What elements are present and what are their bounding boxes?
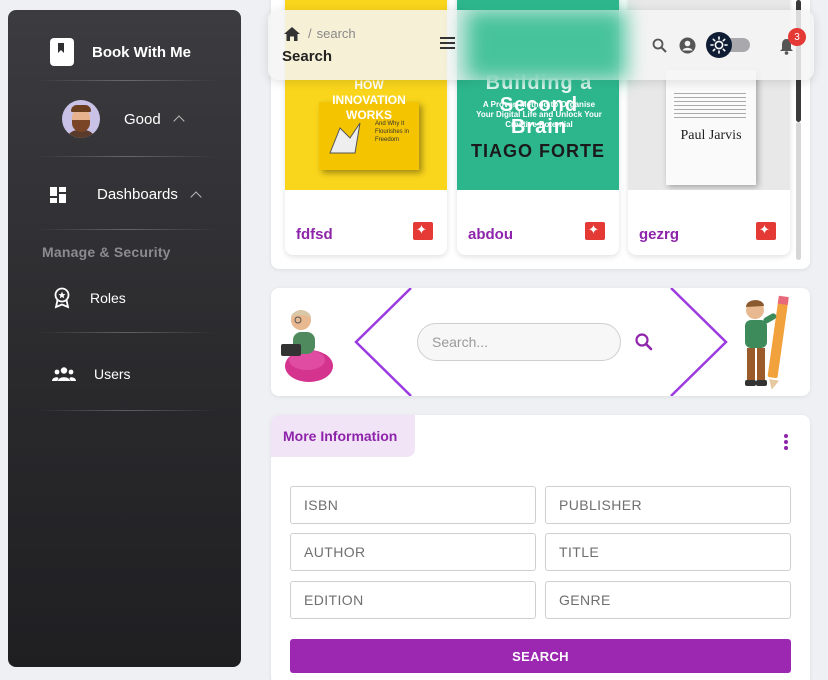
brand-name: Book With Me — [92, 43, 192, 61]
cover-title: HOW INNOVATION WORKS — [332, 78, 406, 122]
divider — [36, 229, 218, 230]
account-icon[interactable] — [679, 37, 696, 54]
more-information-tab[interactable]: More Information — [271, 415, 415, 457]
book-title[interactable]: abdou — [468, 226, 513, 243]
author-field[interactable] — [290, 533, 536, 571]
book-icon — [50, 38, 74, 66]
breadcrumb: / search — [284, 26, 356, 41]
search-icon[interactable] — [633, 331, 655, 353]
page-title: Search — [282, 48, 333, 65]
divider — [36, 410, 218, 411]
chevron-up-icon — [173, 115, 185, 127]
isbn-field[interactable] — [290, 486, 536, 524]
menu-icon[interactable] — [440, 37, 455, 49]
divider — [36, 80, 218, 81]
book-title[interactable]: fdfsd — [296, 226, 333, 243]
sidebar-item-roles[interactable]: Roles — [52, 287, 126, 309]
more-information-panel: More Information SEARCH — [271, 415, 810, 680]
notification-badge: 3 — [788, 28, 806, 46]
cover-author: Paul Jarvis — [680, 128, 742, 143]
avatar — [62, 100, 100, 138]
group-icon — [52, 367, 76, 381]
cover-subtitle: And Why It Flourishes in Freedom — [375, 121, 410, 143]
sidebar-item-dashboards[interactable]: Dashboards — [50, 186, 202, 203]
reading-character-illustration — [281, 310, 333, 382]
cover-author: TIAGO FORTE — [471, 141, 605, 161]
toggle-knob — [706, 32, 732, 58]
user-menu[interactable]: Good — [62, 100, 185, 138]
cover-art-icon — [329, 122, 361, 154]
genre-field[interactable] — [545, 581, 791, 619]
pencil-character-illustration — [745, 295, 789, 390]
theme-toggle[interactable] — [706, 32, 752, 58]
user-name: Good — [124, 110, 161, 128]
more-options-icon[interactable] — [784, 434, 788, 450]
home-icon[interactable] — [284, 26, 300, 41]
top-navbar: / search Search 3 — [268, 10, 814, 80]
edition-field[interactable] — [290, 581, 536, 619]
section-title: Manage & Security — [42, 244, 171, 260]
sidebar-item-label: Roles — [90, 290, 126, 306]
sidebar-item-users[interactable]: Users — [52, 366, 131, 382]
favorite-icon[interactable] — [756, 222, 776, 240]
publisher-field[interactable] — [545, 486, 791, 524]
divider — [36, 156, 218, 157]
divider — [36, 332, 218, 333]
favorite-icon[interactable] — [413, 222, 433, 240]
breadcrumb-current: search — [316, 26, 356, 41]
favorite-icon[interactable] — [585, 222, 605, 240]
chevron-up-icon — [190, 190, 202, 203]
search-input[interactable] — [417, 323, 621, 361]
blurred-background — [466, 10, 626, 80]
title-field[interactable] — [545, 533, 791, 571]
scrollbar-track[interactable] — [796, 122, 801, 260]
search-icon[interactable] — [652, 38, 667, 53]
brand[interactable]: Book With Me — [50, 38, 191, 66]
book-title[interactable]: gezrg — [639, 226, 679, 243]
search-panel — [271, 288, 810, 396]
breadcrumb-separator: / — [308, 26, 312, 41]
sidebar-item-label: Dashboards — [97, 186, 178, 203]
sidebar-item-label: Users — [94, 366, 131, 382]
dashboard-icon — [50, 186, 66, 203]
sidebar: Book With Me Good Dashboards Manage & Se… — [8, 10, 241, 667]
sun-icon — [710, 36, 728, 54]
search-button[interactable]: SEARCH — [290, 639, 791, 673]
badge-icon — [54, 287, 70, 309]
cover-subtitle: A Proven Method to Organise Your Digital… — [476, 100, 602, 129]
